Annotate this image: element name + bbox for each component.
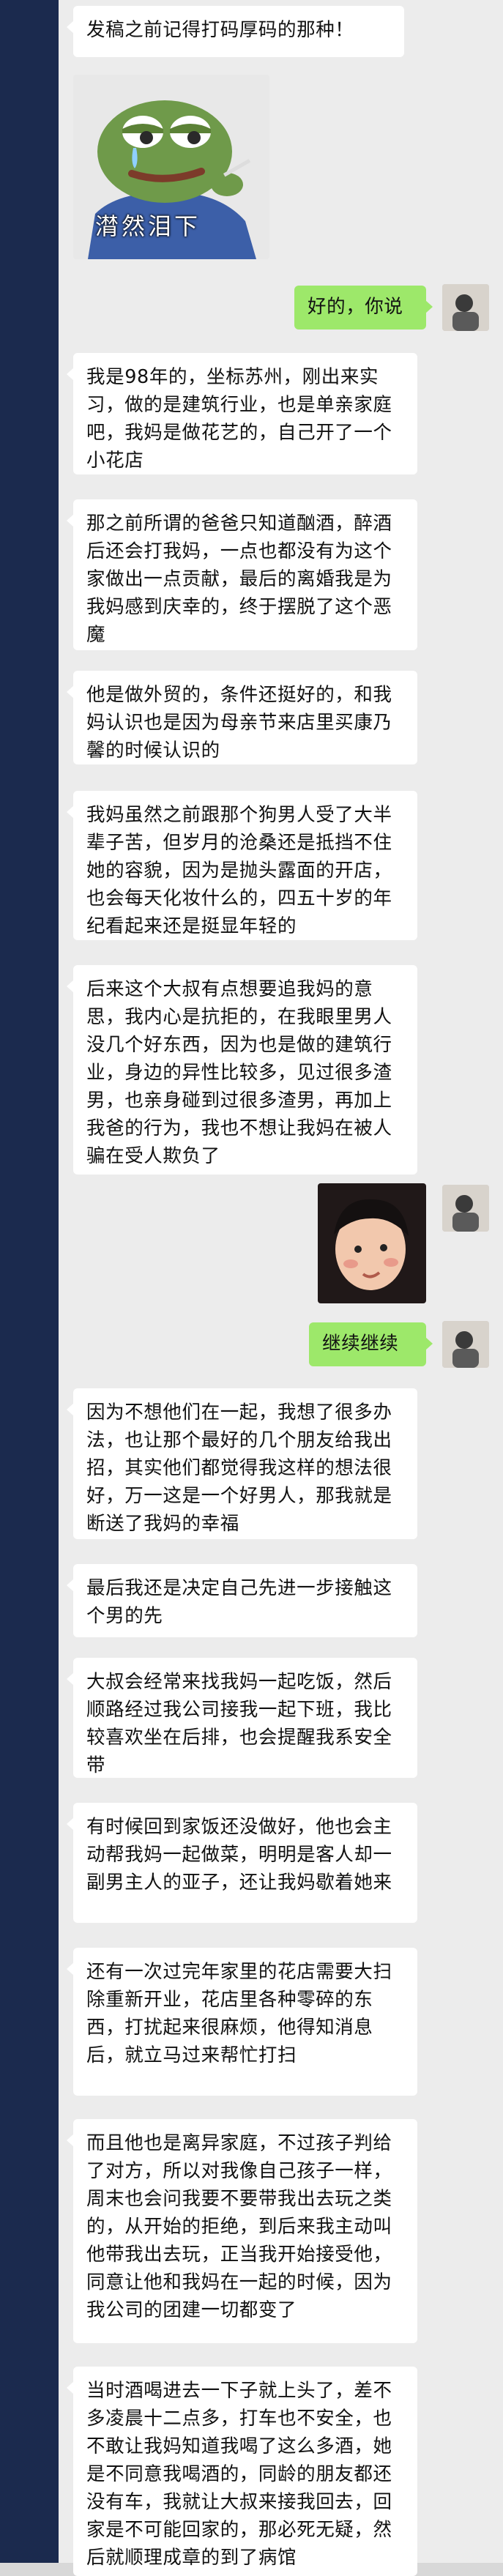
- message-bubble: 他是做外贸的，条件还挺好的，和我妈认识也是因为母亲节来店里买康乃馨的时候认识的: [67, 671, 417, 764]
- user-avatar: [442, 1185, 489, 1232]
- user-avatar-icon: [442, 1185, 489, 1232]
- message-bubble: 而且他也是离异家庭，不过孩子判给了对方，所以对我像自己孩子一样，周末也会问我要不…: [67, 2119, 417, 2343]
- reply-bubble: 好的，你说: [294, 286, 433, 330]
- child-photo-icon: [318, 1183, 426, 1303]
- message-bubble: 有时候回到家饭还没做好，他也会主动帮我妈一起做菜，明明是客人却一副男主人的亚子，…: [67, 1803, 417, 1923]
- sticker-caption: 潸然泪下: [95, 212, 201, 240]
- reply-bubble: 继续继续: [309, 1322, 433, 1366]
- sad-frog-sticker: 潸然泪下: [73, 75, 269, 259]
- user-avatar-icon: [442, 1321, 489, 1368]
- message-bubble: 最后我还是决定自己先进一步接触这个男的先: [67, 1564, 417, 1637]
- message-bubble: 大叔会经常来找我妈一起吃饭，然后顺路经过我公司接我一起下班，我比较喜欢坐在后排，…: [67, 1658, 417, 1778]
- message-bubble: 还有一次过完年家里的花店需要大扫除重新开业，花店里各种零碎的东西，打扰起来很麻烦…: [67, 1948, 417, 2096]
- message-bubble: 我妈虽然之前跟那个狗男人受了大半辈子苦，但岁月的沧桑还是抵挡不住她的容貌，因为是…: [67, 791, 417, 940]
- message-bubble: 那之前所谓的爸爸只知道酗酒，醉酒后还会打我妈，一点也都没有为这个家做出一点贡献，…: [67, 499, 417, 650]
- user-avatar: [442, 284, 489, 331]
- message-bubble: 当时酒喝进去一下子就上头了，差不多凌晨十二点多，打车也不安全，也不敢让我妈知道我…: [67, 2367, 417, 2576]
- user-avatar-icon: [442, 284, 489, 331]
- message-bubble: 发稿之前记得打码厚码的那种！: [67, 6, 404, 57]
- left-sidebar-strip: [0, 0, 59, 2563]
- user-avatar: [442, 1321, 489, 1368]
- message-bubble: 后来这个大叔有点想要追我妈的意思，我内心是抗拒的，在我眼里男人没几个好东西，因为…: [67, 965, 417, 1175]
- child-photo: [318, 1183, 426, 1303]
- message-bubble: 我是98年的，坐标苏州，刚出来实习，做的是建筑行业，也是单亲家庭吧，我妈是做花艺…: [67, 353, 417, 474]
- message-bubble: 因为不想他们在一起，我想了很多办法，也让那个最好的几个朋友给我出招，其实他们都觉…: [67, 1388, 417, 1539]
